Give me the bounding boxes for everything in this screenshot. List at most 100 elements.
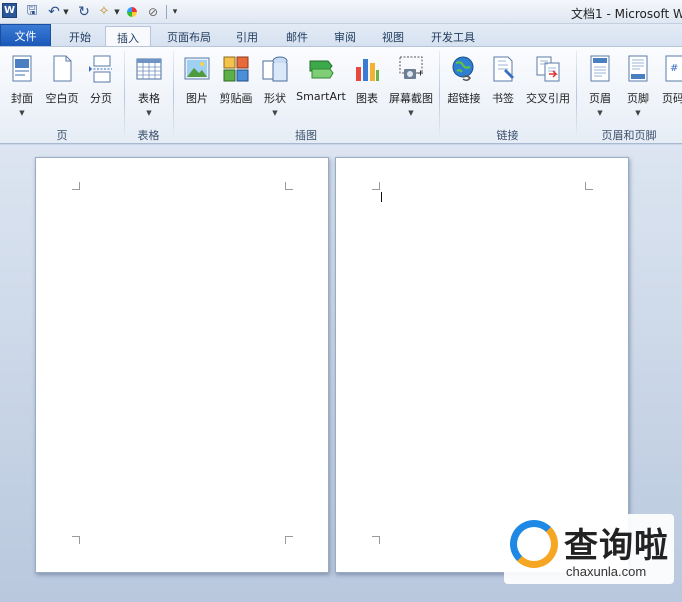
hyperlink-icon	[452, 56, 474, 82]
clear-format-icon[interactable]: ⊘	[146, 3, 160, 20]
watermark-text: 查询啦	[564, 526, 669, 566]
clip-art-icon	[223, 56, 249, 82]
picture-icon	[184, 57, 210, 80]
hyperlink-label: 超链接	[447, 92, 481, 105]
tab-file[interactable]: 文件	[0, 24, 51, 47]
tab-references[interactable]: 引用	[228, 26, 266, 47]
group-label-illustrations: 插图	[295, 129, 317, 142]
table-label: 表格	[138, 92, 160, 105]
document-page-2[interactable]	[335, 157, 629, 573]
table-icon	[136, 58, 162, 80]
undo-icon[interactable]: ↶	[47, 3, 61, 20]
header-label: 页眉	[589, 92, 611, 105]
group-separator	[124, 51, 125, 139]
cover-page-icon	[12, 55, 32, 82]
tab-page-layout[interactable]: 页面布局	[158, 26, 220, 47]
margin-corner-mark	[285, 182, 293, 190]
tab-home[interactable]: 开始	[58, 26, 102, 47]
tab-developer[interactable]: 开发工具	[422, 26, 484, 47]
group-separator	[439, 51, 440, 139]
undo-dropdown-icon[interactable]: ▼	[62, 3, 70, 20]
bookmark-icon	[493, 56, 514, 82]
shapes-icon	[262, 56, 288, 82]
format-painter-icon[interactable]: ✧	[97, 3, 111, 20]
footer-button[interactable]: 页脚 ▼	[622, 53, 654, 127]
margin-corner-mark	[72, 182, 80, 190]
cover-page-label: 封面	[11, 92, 33, 105]
chart-icon	[356, 59, 379, 81]
title-bar: W 🖫 ↶ ▼ ↻ ✧ ▼ ⊘ ▾ 文档1 - Microsoft W	[0, 0, 682, 24]
tab-insert[interactable]: 插入	[105, 26, 151, 48]
shapes-label: 形状	[264, 92, 286, 105]
ribbon-tab-bar: 文件 开始 插入 页面布局 引用 邮件 审阅 视图 开发工具	[0, 24, 682, 48]
screenshot-button[interactable]: 屏幕截图 ▼	[386, 53, 436, 127]
group-label-links: 链接	[496, 129, 519, 142]
blank-page-label: 空白页	[45, 92, 79, 105]
cross-reference-button[interactable]: 交叉引用	[523, 53, 573, 127]
chevron-down-icon: ▼	[597, 109, 603, 117]
text-cursor	[381, 192, 382, 202]
footer-label: 页脚	[627, 92, 649, 105]
page-number-icon: #	[665, 55, 682, 82]
window-title: 文档1 - Microsoft W	[571, 7, 682, 21]
ribbon-insert: 封面 ▼ 空白页 分页 页 表格 ▼ 表格 图片 剪贴画 形状 ▼ SmartA…	[0, 46, 682, 144]
picture-label: 图片	[186, 92, 208, 105]
picture-button[interactable]: 图片	[181, 53, 213, 127]
table-button[interactable]: 表格 ▼	[133, 53, 165, 127]
margin-corner-mark	[372, 182, 380, 190]
cross-reference-icon	[536, 56, 560, 82]
svg-text:#: #	[670, 63, 678, 74]
cross-reference-label: 交叉引用	[526, 92, 570, 105]
group-label-header-footer: 页眉和页脚	[601, 129, 657, 142]
tab-view[interactable]: 视图	[374, 26, 412, 47]
format-dropdown-icon[interactable]: ▼	[113, 3, 121, 20]
margin-corner-mark	[72, 536, 80, 544]
header-icon	[590, 55, 610, 82]
tab-mailings[interactable]: 邮件	[278, 26, 316, 47]
search-icon	[510, 520, 558, 568]
margin-corner-mark	[285, 536, 293, 544]
bookmark-label: 书签	[492, 92, 514, 105]
page-number-button[interactable]: # 页码	[662, 53, 682, 127]
watermark-logo: 查询啦 chaxunla.com	[504, 514, 674, 584]
chevron-down-icon: ▼	[272, 109, 278, 117]
group-label-pages: 页	[56, 129, 68, 142]
group-separator	[576, 51, 577, 139]
chevron-down-icon: ▼	[635, 109, 641, 117]
clip-art-button[interactable]: 剪贴画	[217, 53, 255, 127]
document-page-1[interactable]	[35, 157, 329, 573]
smartart-button[interactable]: SmartArt	[295, 53, 347, 127]
hyperlink-button[interactable]: 超链接	[445, 53, 483, 127]
chevron-down-icon: ▼	[408, 109, 414, 117]
clip-art-label: 剪贴画	[219, 92, 253, 105]
smartart-label: SmartArt	[296, 90, 346, 103]
bookmark-button[interactable]: 书签	[487, 53, 519, 127]
chart-button[interactable]: 图表	[351, 53, 383, 127]
shapes-button[interactable]: 形状 ▼	[259, 53, 291, 127]
customize-icon[interactable]: ▾	[170, 3, 180, 20]
chevron-down-icon: ▼	[146, 109, 152, 117]
page-number-label: 页码	[662, 92, 682, 105]
page-break-icon	[89, 55, 112, 83]
page-break-button[interactable]: 分页	[86, 53, 116, 127]
tab-review[interactable]: 审阅	[326, 26, 364, 47]
chevron-down-icon: ▼	[19, 109, 25, 117]
save-icon[interactable]: 🖫	[25, 3, 39, 20]
group-label-tables: 表格	[137, 129, 160, 142]
footer-icon	[628, 55, 648, 82]
margin-corner-mark	[372, 536, 380, 544]
blank-page-button[interactable]: 空白页	[42, 53, 82, 127]
smartart-icon	[309, 60, 334, 79]
header-button[interactable]: 页眉 ▼	[584, 53, 616, 127]
blank-page-icon	[53, 55, 72, 82]
chart-label: 图表	[356, 92, 378, 105]
group-separator	[173, 51, 174, 139]
page-break-label: 分页	[90, 92, 112, 105]
cover-page-button[interactable]: 封面 ▼	[6, 53, 38, 127]
word-logo-icon[interactable]: W	[2, 3, 17, 18]
margin-corner-mark	[585, 182, 593, 190]
toolbar-separator	[166, 5, 167, 19]
color-icon[interactable]	[125, 3, 139, 20]
redo-icon[interactable]: ↻	[77, 3, 91, 20]
screenshot-label: 屏幕截图	[389, 92, 433, 105]
